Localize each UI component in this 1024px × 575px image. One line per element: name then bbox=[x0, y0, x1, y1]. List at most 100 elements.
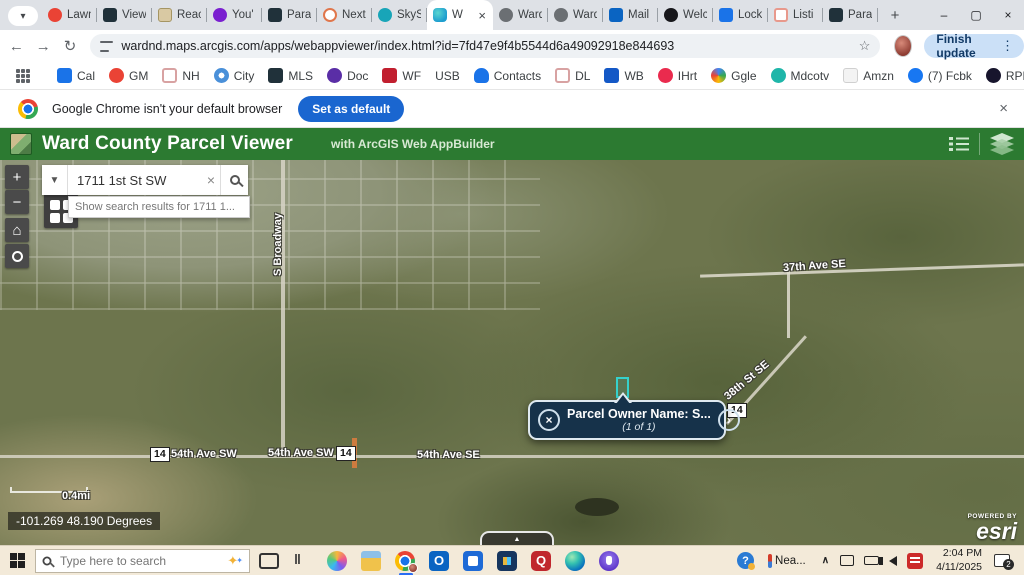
banner-close-icon[interactable]: × bbox=[999, 100, 1008, 117]
window-minimize-button[interactable]: – bbox=[928, 0, 960, 30]
bookmark-item[interactable]: Contacts bbox=[474, 68, 541, 83]
clear-search-icon[interactable]: × bbox=[207, 172, 215, 188]
file-explorer-button[interactable] bbox=[361, 551, 381, 571]
doc-favicon-icon bbox=[158, 8, 172, 22]
bookmark-item[interactable]: Doc bbox=[327, 68, 368, 83]
grid-icon bbox=[50, 200, 60, 210]
bookmark-item[interactable]: RPR bbox=[986, 68, 1024, 83]
zoom-out-button[interactable]: − bbox=[5, 190, 29, 214]
taskbar-search-box[interactable]: ✦✦ bbox=[35, 549, 250, 573]
url-text[interactable]: wardnd.maps.arcgis.com/apps/webappviewer… bbox=[121, 39, 850, 53]
browser-tab-active[interactable]: W× bbox=[427, 0, 493, 30]
apps-grid-icon[interactable] bbox=[16, 69, 30, 83]
bookmark-item[interactable]: City bbox=[214, 68, 255, 83]
chrome-taskbar-button[interactable] bbox=[395, 551, 415, 571]
browser-tab[interactable]: Mail bbox=[603, 0, 658, 30]
set-as-default-button[interactable]: Set as default bbox=[298, 96, 404, 122]
bookmark-label: USB bbox=[435, 69, 460, 83]
street-label: 54th Ave SE bbox=[417, 449, 480, 461]
browser-tab[interactable]: SkyS bbox=[372, 0, 427, 30]
site-settings-icon[interactable] bbox=[100, 41, 113, 52]
q-app-button[interactable]: Q bbox=[531, 551, 551, 571]
browser-tab[interactable]: Reac bbox=[152, 0, 207, 30]
bookmark-item[interactable]: Amzn bbox=[843, 68, 894, 83]
map-canvas[interactable]: S Broadway 37th Ave SE 38th St SE 54th A… bbox=[0, 160, 1024, 545]
layers-button[interactable] bbox=[980, 128, 1024, 160]
tab-close-icon[interactable]: × bbox=[477, 9, 487, 22]
search-submit-button[interactable] bbox=[220, 165, 248, 195]
volume-tray-icon[interactable] bbox=[889, 556, 897, 566]
map-search-input[interactable] bbox=[68, 165, 220, 195]
legend-button[interactable] bbox=[939, 128, 979, 160]
briefcase-app-button[interactable] bbox=[497, 551, 517, 571]
bookmark-item[interactable]: NH bbox=[162, 68, 199, 83]
browser-tab[interactable]: Listi bbox=[768, 0, 823, 30]
browser-tab[interactable]: Para bbox=[823, 0, 878, 30]
copilot-button[interactable] bbox=[327, 551, 347, 571]
bookmark-item[interactable]: GM bbox=[109, 68, 148, 83]
bookmark-item[interactable]: DL bbox=[555, 68, 590, 83]
search-suggestion[interactable]: Show search results for 1711 1... bbox=[68, 196, 250, 218]
bookmark-item[interactable]: Ggle bbox=[711, 68, 756, 83]
bookmark-label: MLS bbox=[288, 69, 313, 83]
help-tray-icon[interactable]: ? bbox=[737, 552, 754, 569]
browser-tab[interactable]: Para bbox=[262, 0, 317, 30]
bookmark-label: Mdcotv bbox=[791, 69, 830, 83]
bookmark-item[interactable]: (7) Fcbk bbox=[908, 68, 972, 83]
search-source-dropdown[interactable]: ▼ bbox=[42, 165, 68, 195]
password-app-button[interactable] bbox=[599, 551, 619, 571]
my-location-button[interactable] bbox=[5, 244, 29, 268]
browser-tab[interactable]: Ward bbox=[493, 0, 548, 30]
popup-next-button[interactable]: › bbox=[718, 409, 740, 431]
display-tray-icon[interactable] bbox=[840, 555, 854, 566]
bookmark-item[interactable]: IHrt bbox=[658, 68, 697, 83]
edge-taskbar-button[interactable] bbox=[565, 551, 585, 571]
finish-update-button[interactable]: Finish update ⋮ bbox=[924, 34, 1024, 58]
finish-update-label: Finish update bbox=[936, 32, 994, 60]
browser-tab[interactable]: Welc bbox=[658, 0, 713, 30]
bookmark-item[interactable]: MLS bbox=[268, 68, 313, 83]
blue-app-button[interactable] bbox=[463, 551, 483, 571]
browser-tab[interactable]: Next bbox=[317, 0, 372, 30]
back-button[interactable]: ← bbox=[6, 33, 27, 59]
calendar-tray-icon[interactable] bbox=[907, 553, 923, 569]
pinned-app-pipes[interactable]: ‖ bbox=[294, 551, 314, 571]
address-bar[interactable]: wardnd.maps.arcgis.com/apps/webappviewer… bbox=[90, 34, 880, 58]
tab-search-button[interactable]: ▾ bbox=[8, 6, 38, 26]
window-close-button[interactable]: × bbox=[992, 0, 1024, 30]
new-tab-button[interactable]: + bbox=[882, 2, 908, 28]
attribute-panel-toggle[interactable]: ▲ bbox=[480, 531, 554, 545]
bookmark-item[interactable]: WF bbox=[382, 68, 421, 83]
start-button[interactable] bbox=[10, 553, 26, 569]
bookmark-item[interactable]: WB bbox=[604, 68, 643, 83]
tab-label: You' bbox=[232, 9, 254, 21]
browser-tab[interactable]: You' bbox=[207, 0, 262, 30]
browser-tab[interactable]: Ward bbox=[548, 0, 603, 30]
dropdown-icon: ▼ bbox=[50, 175, 60, 186]
forward-button[interactable]: → bbox=[33, 33, 54, 59]
taskbar-search-input[interactable] bbox=[60, 554, 227, 568]
tray-expand-icon[interactable]: ∧ bbox=[822, 555, 829, 566]
weather-thermometer-icon[interactable] bbox=[768, 554, 772, 568]
zoom-in-button[interactable]: + bbox=[5, 165, 29, 189]
reload-button[interactable]: ↻ bbox=[60, 33, 81, 59]
bookmark-item[interactable]: USB bbox=[435, 69, 460, 83]
bookmark-item[interactable]: Mdcotv bbox=[771, 68, 830, 83]
notification-center-button[interactable]: 2 bbox=[994, 554, 1010, 567]
popup-close-button[interactable]: × bbox=[538, 409, 560, 431]
window-maximize-button[interactable]: ▢ bbox=[960, 0, 992, 30]
browser-tab[interactable]: View bbox=[97, 0, 152, 30]
bookmark-star-icon[interactable]: ☆ bbox=[859, 38, 871, 54]
sky-favicon-icon bbox=[378, 8, 392, 22]
weather-text[interactable]: Nea... bbox=[775, 555, 806, 567]
browser-tab[interactable]: Lawn bbox=[42, 0, 97, 30]
task-view-button[interactable] bbox=[259, 553, 279, 569]
bookmark-item[interactable]: Cal bbox=[57, 68, 95, 83]
home-extent-button[interactable]: ⌂ bbox=[5, 218, 29, 242]
browser-tab[interactable]: Lock bbox=[713, 0, 768, 30]
outlook-taskbar-button[interactable]: O bbox=[429, 551, 449, 571]
clock[interactable]: 2:04 PM 4/11/2025 bbox=[936, 547, 982, 573]
battery-tray-icon[interactable] bbox=[864, 556, 879, 565]
profile-avatar[interactable] bbox=[894, 35, 912, 57]
browser-menu-icon[interactable]: ⋮ bbox=[997, 38, 1018, 54]
